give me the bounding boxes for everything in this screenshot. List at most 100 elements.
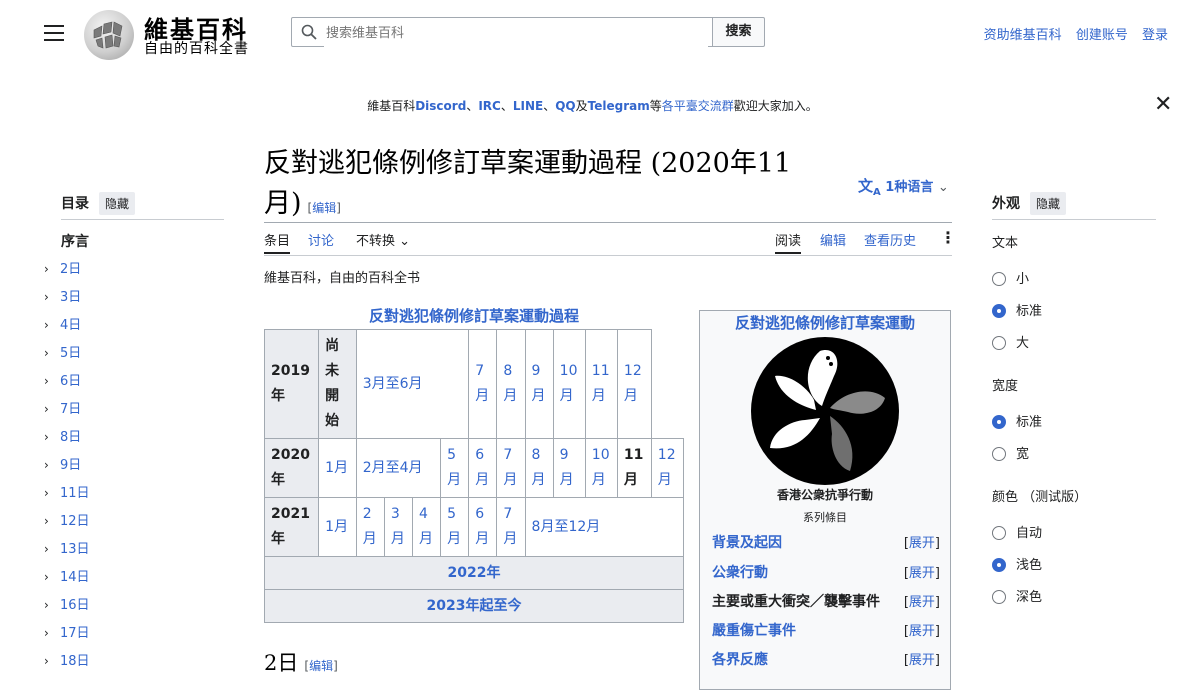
expand-label[interactable]: 展开 <box>909 624 935 639</box>
toc-item-label[interactable]: 18日 <box>60 654 90 669</box>
toc-item-label[interactable]: 7日 <box>60 402 81 417</box>
toc-item[interactable]: › 8日 <box>44 426 90 454</box>
month-link[interactable]: 7月 <box>468 329 498 439</box>
chevron-right-icon[interactable]: › <box>44 598 60 612</box>
toc-item-label[interactable]: 5日 <box>60 346 81 361</box>
toc-item[interactable]: › 6日 <box>44 370 90 398</box>
notice-link-groups[interactable]: 各平臺交流群 <box>662 99 734 113</box>
chevron-right-icon[interactable]: › <box>44 346 60 360</box>
expand-toggle[interactable]: [展开] <box>904 649 940 668</box>
text-size-large-radio[interactable]: 大 <box>992 332 1029 352</box>
chevron-right-icon[interactable]: › <box>44 374 60 388</box>
toc-item[interactable]: › 5日 <box>44 342 90 370</box>
black-bauhinia-image[interactable] <box>750 336 900 490</box>
text-size-small-radio[interactable]: 小 <box>992 268 1029 288</box>
toc-item[interactable]: › 3日 <box>44 286 90 314</box>
chevron-right-icon[interactable]: › <box>44 626 60 640</box>
toc-hide-button[interactable]: 隐藏 <box>99 192 136 215</box>
toc-item[interactable]: › 9日 <box>44 454 90 482</box>
toc-item-label[interactable]: 12日 <box>60 514 90 529</box>
month-link[interactable]: 6月 <box>468 438 498 498</box>
infobox-row-label[interactable]: 嚴重傷亡事件 <box>712 623 796 639</box>
chevron-right-icon[interactable]: › <box>44 262 60 276</box>
donate-link[interactable]: 资助维基百科 <box>984 28 1062 43</box>
toc-item[interactable]: › 16日 <box>44 594 90 622</box>
toc-item[interactable]: › 11日 <box>44 482 90 510</box>
toc-item-label[interactable]: 13日 <box>60 542 90 557</box>
chevron-right-icon[interactable]: › <box>44 402 60 416</box>
toc-item-label[interactable]: 8日 <box>60 430 81 445</box>
toc-item-label[interactable]: 6日 <box>60 374 81 389</box>
expand-toggle[interactable]: [展开] <box>904 591 940 610</box>
toc-item[interactable]: › 7日 <box>44 398 90 426</box>
main-menu-icon[interactable] <box>44 25 64 41</box>
month-link[interactable]: 5月 <box>440 497 470 557</box>
month-link[interactable]: 8月 <box>496 329 526 439</box>
search-field[interactable] <box>291 17 713 48</box>
month-link[interactable]: 8月 <box>524 438 554 498</box>
month-range-link[interactable]: 3月至6月 <box>355 329 470 439</box>
chevron-right-icon[interactable]: › <box>44 514 60 528</box>
notice-link-irc[interactable]: IRC <box>478 99 501 113</box>
month-link[interactable]: 1月 <box>318 497 357 557</box>
timeline-title[interactable]: 反對逃犯條例修訂草案運動過程 <box>264 305 684 326</box>
chevron-right-icon[interactable]: › <box>44 486 60 500</box>
toc-item-label[interactable]: 4日 <box>60 318 81 333</box>
notice-link-discord[interactable]: Discord <box>415 99 466 113</box>
expand-label[interactable]: 展开 <box>909 536 935 551</box>
toc-item[interactable]: › 13日 <box>44 538 90 566</box>
edit-link-text[interactable]: 编辑 <box>312 201 336 215</box>
toc-item-intro[interactable]: 序言 <box>61 231 89 251</box>
infobox-title[interactable]: 反對逃犯條例修訂草案運動 <box>699 312 951 333</box>
text-size-standard-radio[interactable]: 标准 <box>992 300 1042 320</box>
toc-item[interactable]: › 4日 <box>44 314 90 342</box>
search-input[interactable] <box>324 18 708 48</box>
infobox-row-label[interactable]: 背景及起因 <box>712 535 782 551</box>
notice-link-telegram[interactable]: Telegram <box>588 99 650 113</box>
year-2022-link[interactable]: 2022年 <box>264 556 684 590</box>
month-link[interactable]: 10月 <box>584 438 618 498</box>
width-standard-radio[interactable]: 标准 <box>992 411 1042 431</box>
expand-toggle[interactable]: [展开] <box>904 562 940 581</box>
tab-variant[interactable]: 不转换 ⌄ <box>356 230 410 249</box>
edit-link-text[interactable]: 编辑 <box>309 659 333 673</box>
month-range-link[interactable]: 2月至4月 <box>355 438 442 498</box>
expand-label[interactable]: 展开 <box>909 653 935 668</box>
toc-item-label[interactable]: 16日 <box>60 598 90 613</box>
infobox-row-label[interactable]: 各界反應 <box>712 652 768 668</box>
toc-item[interactable]: › 12日 <box>44 510 90 538</box>
chevron-right-icon[interactable]: › <box>44 318 60 332</box>
chevron-right-icon[interactable]: › <box>44 290 60 304</box>
close-notice-icon[interactable]: ✕ <box>1154 94 1172 116</box>
tab-read[interactable]: 阅读 <box>775 230 802 254</box>
toc-item-label[interactable]: 17日 <box>60 626 90 641</box>
month-link[interactable]: 9月 <box>524 329 554 439</box>
expand-toggle[interactable]: [展开] <box>904 620 940 639</box>
expand-label[interactable]: 展开 <box>909 566 935 581</box>
infobox-row-label[interactable]: 公衆行動 <box>712 565 768 581</box>
expand-label[interactable]: 展开 <box>909 595 935 610</box>
month-link[interactable]: 4月 <box>411 497 442 557</box>
tab-history[interactable]: 查看历史 <box>864 230 916 249</box>
month-link[interactable]: 10月 <box>552 329 586 439</box>
toc-item-label[interactable]: 3日 <box>60 290 81 305</box>
toc-item-label[interactable]: 2日 <box>60 262 81 277</box>
chevron-right-icon[interactable]: › <box>44 570 60 584</box>
month-link[interactable]: 2月 <box>355 497 385 557</box>
year-2023-link[interactable]: 2023年起至今 <box>264 589 684 623</box>
notice-link-qq[interactable]: QQ <box>555 99 575 113</box>
toc-item-label[interactable]: 9日 <box>60 458 81 473</box>
chevron-right-icon[interactable]: › <box>44 430 60 444</box>
create-account-link[interactable]: 创建账号 <box>1076 28 1128 43</box>
month-link[interactable]: 12月 <box>650 438 685 498</box>
chevron-right-icon[interactable]: › <box>44 654 60 668</box>
month-link[interactable]: 11月 <box>584 329 618 439</box>
color-auto-radio[interactable]: 自动 <box>992 522 1042 542</box>
toc-item[interactable]: › 14日 <box>44 566 90 594</box>
color-light-radio[interactable]: 浅色 <box>992 554 1042 574</box>
month-link[interactable]: 7月 <box>496 438 526 498</box>
color-dark-radio[interactable]: 深色 <box>992 586 1042 606</box>
month-range-link[interactable]: 8月至12月 <box>524 497 685 557</box>
tab-article[interactable]: 条目 <box>264 230 291 254</box>
month-link[interactable]: 3月 <box>383 497 413 557</box>
